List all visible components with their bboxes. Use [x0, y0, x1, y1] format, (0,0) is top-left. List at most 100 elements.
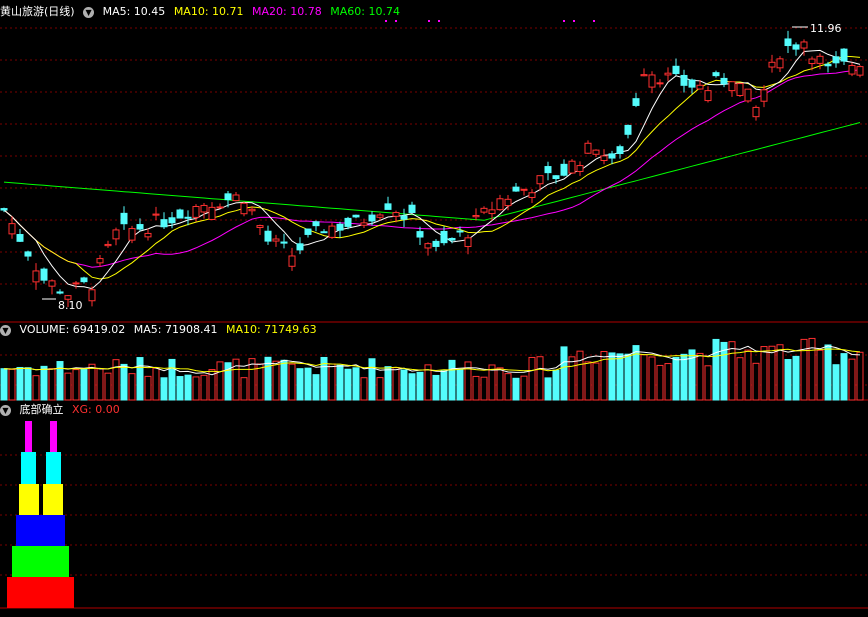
volume-bar — [24, 367, 32, 401]
volume-bar — [432, 374, 440, 401]
volume-bar — [360, 377, 368, 401]
signal-dot — [563, 20, 565, 22]
candle-body — [320, 231, 328, 234]
candle-body — [752, 106, 760, 118]
candle-body — [512, 186, 520, 192]
volume-bar — [752, 362, 760, 401]
volume-bar — [88, 363, 96, 401]
main-panel-header: 黄山旅游(日线) ▼ MA5: 10.45 MA10: 10.71 MA20: … — [0, 4, 405, 20]
volume-bar — [184, 374, 192, 401]
candle-body — [24, 251, 32, 257]
candle-body — [112, 229, 120, 240]
collapse-icon[interactable]: ▼ — [0, 404, 11, 416]
volume-bar — [472, 375, 480, 401]
candle-body — [552, 175, 560, 180]
candle-body — [464, 237, 472, 248]
volume-bar — [104, 372, 112, 401]
volume-bar — [200, 374, 208, 401]
candle-body — [416, 231, 424, 238]
volume-bar — [160, 377, 168, 401]
volume-bar — [344, 368, 352, 401]
indicator-block-red — [7, 577, 74, 608]
indicator-block-blue — [16, 515, 65, 546]
collapse-icon[interactable]: ▼ — [0, 324, 11, 336]
indicator-block-yellow — [43, 484, 63, 515]
indicator-panel-header: ▼ 底部确立 XG: 0.00 — [0, 402, 125, 418]
volume-bar — [496, 367, 504, 401]
signal-dot — [385, 20, 387, 22]
candle-body — [624, 124, 632, 135]
volume-bar — [280, 359, 288, 401]
volume-bar — [816, 349, 824, 401]
candle-body — [48, 280, 56, 287]
candle-body — [56, 291, 64, 294]
candle-body — [760, 89, 768, 102]
signal-dot — [395, 20, 397, 22]
volume-bar — [72, 369, 80, 401]
volume-bar — [304, 367, 312, 401]
candle-body — [360, 222, 368, 226]
candle-body — [384, 203, 392, 210]
candle-body — [664, 72, 672, 76]
candle-body — [528, 192, 536, 198]
candle-body — [800, 41, 808, 49]
candle-body — [744, 88, 752, 102]
volume-bar — [528, 356, 536, 401]
volume-bar — [560, 346, 568, 401]
candle-body — [816, 55, 824, 64]
volume-bar — [760, 346, 768, 401]
candle-body — [704, 90, 712, 102]
candle-body — [304, 228, 312, 235]
candle-body — [488, 209, 496, 215]
candle-body — [504, 198, 512, 207]
candle-body — [208, 206, 216, 220]
candle-body — [840, 48, 848, 62]
volume-bar — [416, 371, 424, 401]
ma60-line — [3, 122, 861, 221]
candle-body — [352, 214, 360, 218]
candle-body — [128, 228, 136, 241]
volume-bar — [328, 363, 336, 401]
candle-body — [776, 58, 784, 69]
candle-body — [784, 38, 792, 47]
volume-bar — [712, 338, 720, 401]
volume-bar — [544, 377, 552, 401]
candle-body — [296, 243, 304, 251]
indicator-title: 底部确立 — [19, 403, 64, 416]
indicator-block-yellow — [19, 484, 39, 515]
volume-bar — [376, 377, 384, 401]
volume-bar — [832, 364, 840, 401]
volume-bar — [368, 358, 376, 401]
high-price-label: 11.96 — [810, 22, 842, 35]
volume-bar — [736, 357, 744, 401]
volume-bar — [192, 376, 200, 401]
candle-body — [832, 56, 840, 64]
volume-bar — [744, 349, 752, 401]
candle-body — [656, 82, 664, 85]
ma10-label: MA10: 10.71 — [173, 5, 244, 18]
candle-body — [136, 224, 144, 230]
candle-body — [144, 232, 152, 238]
volume-bar — [568, 356, 576, 401]
candle-body — [608, 153, 616, 159]
volume-bar — [288, 363, 296, 401]
candle-body — [720, 77, 728, 85]
volume-bar — [856, 351, 864, 401]
collapse-icon[interactable]: ▼ — [83, 6, 95, 18]
volume-bar — [552, 369, 560, 401]
volume-bar — [696, 352, 704, 401]
candle-body — [216, 206, 224, 209]
chart-canvas — [0, 20, 868, 609]
volume-bar — [536, 356, 544, 401]
volume-bar — [384, 366, 392, 401]
volume-bar — [624, 353, 632, 401]
candle-body — [768, 61, 776, 68]
volume-bar — [8, 368, 16, 401]
candle-body — [336, 223, 344, 231]
volume-bar — [592, 362, 600, 401]
volume-bar — [600, 350, 608, 401]
volume-bar — [176, 376, 184, 401]
candle-body — [456, 230, 464, 233]
candle-body — [824, 63, 832, 67]
candle-body — [376, 214, 384, 218]
